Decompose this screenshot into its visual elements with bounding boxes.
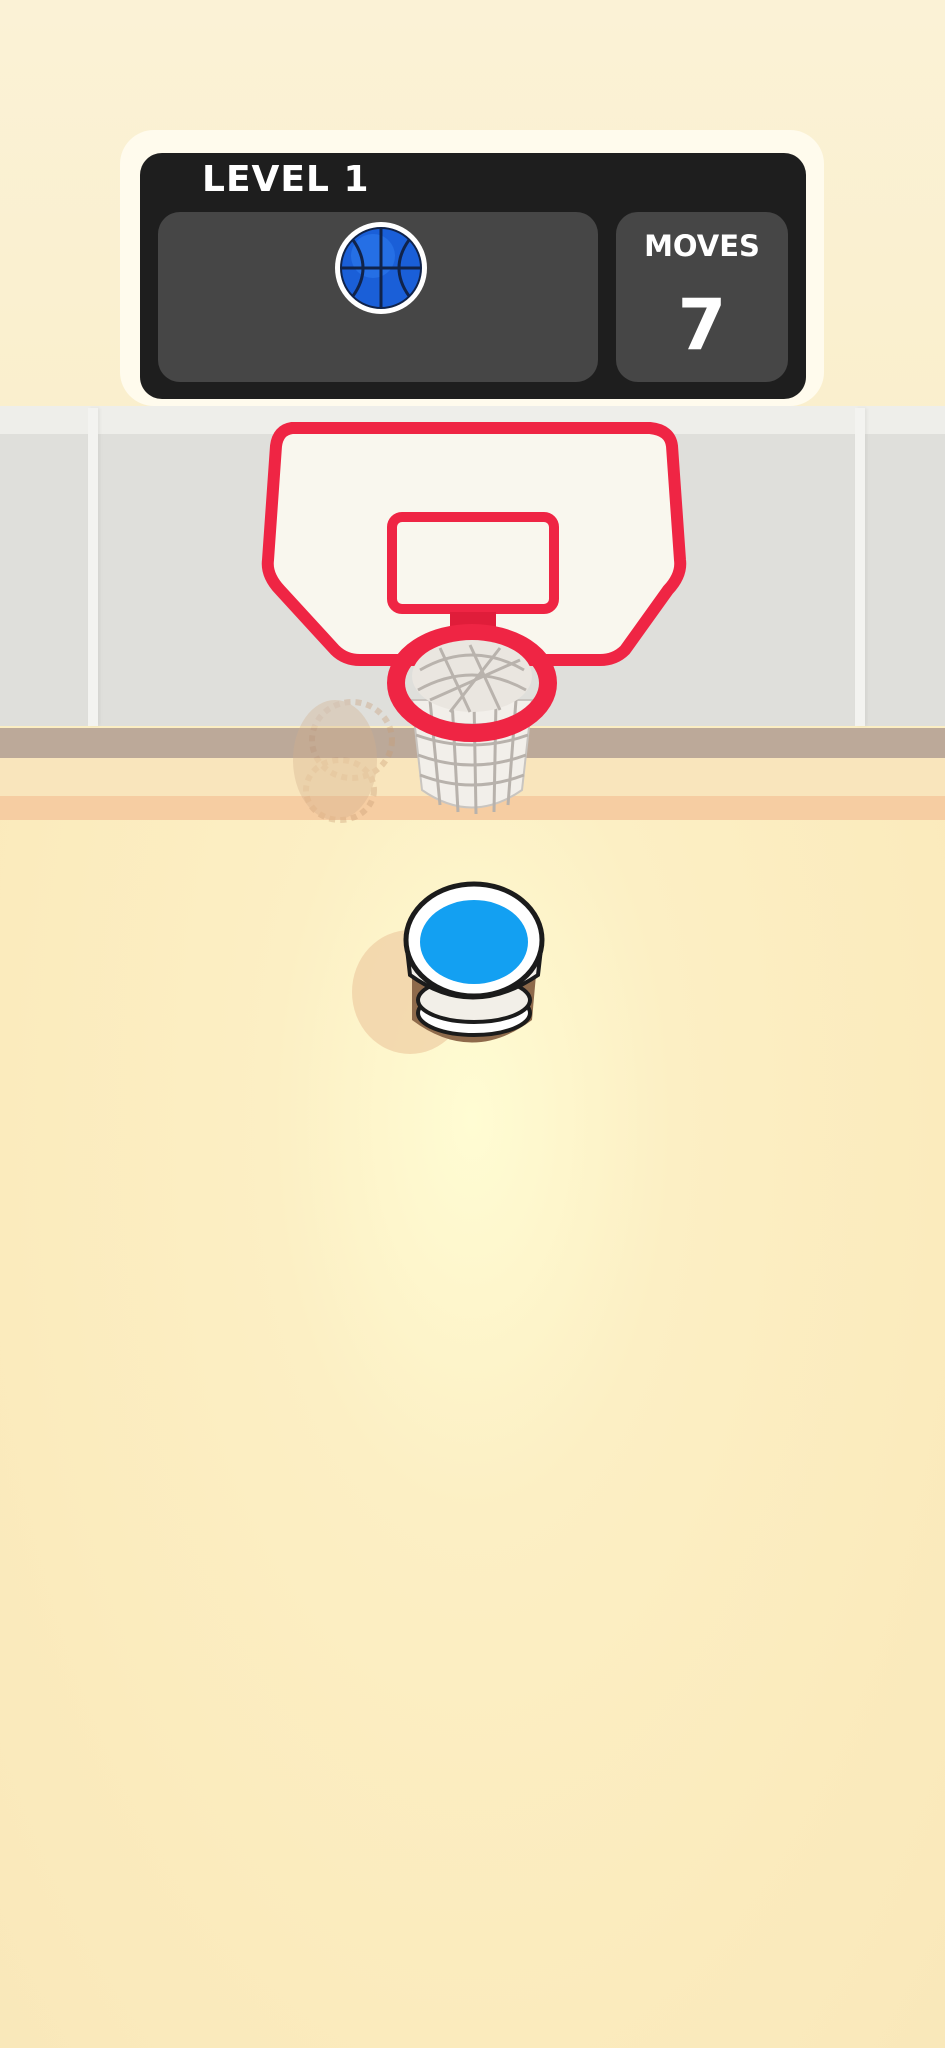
net-shadow: [293, 699, 395, 823]
ball-launcher: [403, 881, 545, 1043]
basketball-hoop: [261, 422, 687, 1054]
